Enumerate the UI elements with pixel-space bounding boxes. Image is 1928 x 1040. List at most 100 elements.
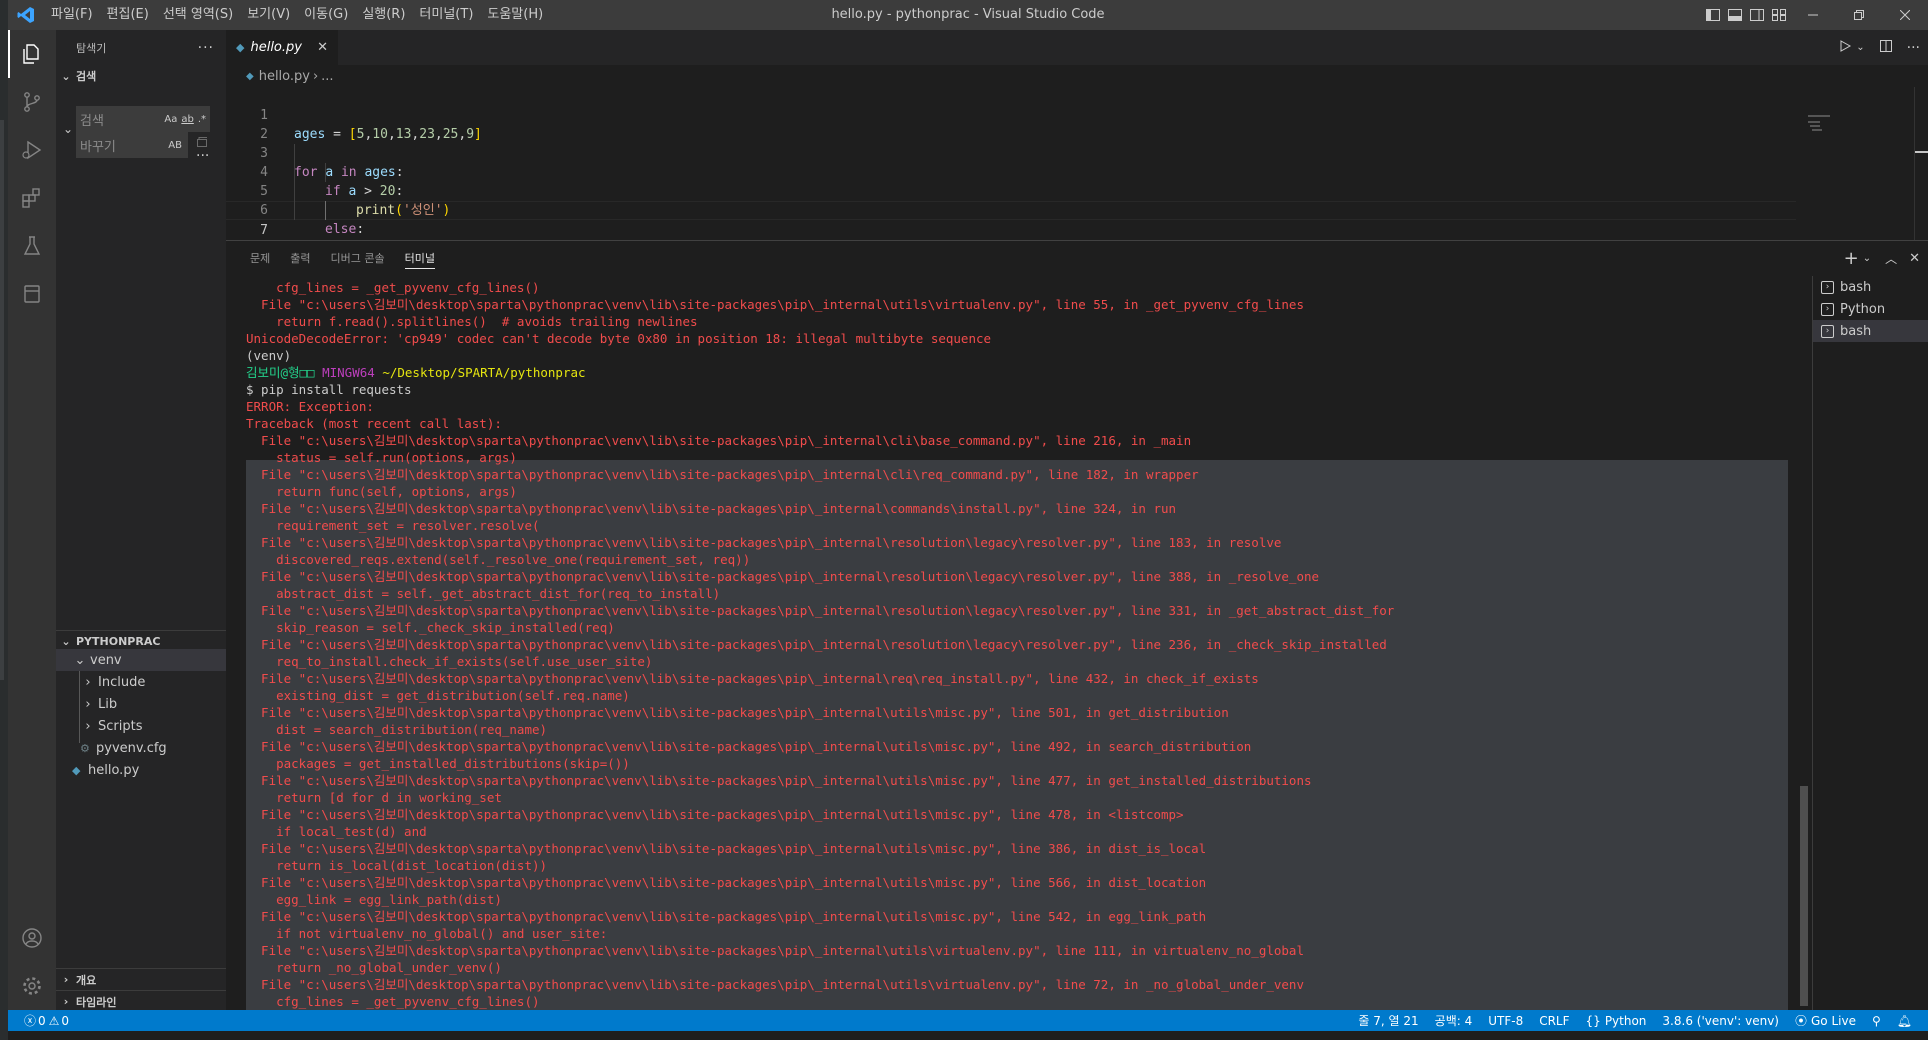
terminal-line: return _no_global_under_venv(): [246, 960, 502, 975]
scrollbar-thumb[interactable]: [1800, 786, 1808, 1006]
code-line: 3 for a in ages:: [260, 146, 404, 180]
run-python-file-icon[interactable]: [1838, 39, 1852, 56]
toggle-replace-icon[interactable]: ⌄: [58, 122, 78, 136]
breadcrumb-file[interactable]: hello.py: [259, 69, 310, 84]
accounts-icon[interactable]: [8, 914, 56, 962]
terminal-line: Traceback (most recent call last):: [246, 416, 502, 431]
toggle-sidebar-icon[interactable]: [1702, 0, 1724, 30]
more-actions-icon[interactable]: ···: [1907, 40, 1920, 56]
vscode-logo-icon: [8, 0, 44, 30]
encoding[interactable]: UTF-8: [1480, 1010, 1531, 1031]
remote-explorer-icon[interactable]: [8, 270, 56, 318]
terminal-line: return f.read().splitlines() # avoids tr…: [246, 314, 698, 329]
feedback-icon[interactable]: ⚲: [1864, 1010, 1889, 1031]
outer-frame: [0, 0, 8, 1040]
menu-view[interactable]: 보기(V): [240, 0, 297, 30]
terminal-item-bash-1[interactable]: › bash: [1813, 276, 1928, 298]
problems-status[interactable]: ⓧ 0 ⚠ 0: [24, 1010, 77, 1031]
go-live[interactable]: ⦿ Go Live: [1787, 1010, 1864, 1031]
minimap[interactable]: [1808, 87, 1914, 237]
cursor-position[interactable]: 줄 7, 열 21: [1350, 1010, 1426, 1031]
new-terminal-plus-icon[interactable]: +: [1844, 248, 1859, 269]
terminal-tabs-list: › bash › Python › bash: [1812, 276, 1928, 1011]
search-section-header[interactable]: ⌄ 검색: [56, 65, 226, 87]
menu-go[interactable]: 이동(G): [297, 0, 355, 30]
breadcrumb-separator: ›: [312, 68, 319, 84]
regex-icon[interactable]: .*: [198, 114, 206, 125]
search-details-icon[interactable]: ···: [196, 148, 209, 164]
menu-terminal[interactable]: 터미널(T): [412, 0, 480, 30]
terminal-dropdown-chevron-icon[interactable]: ⌄: [1863, 253, 1871, 264]
extensions-icon[interactable]: [8, 174, 56, 222]
code-line: 5 print('성인'): [260, 184, 451, 218]
preserve-case-icon[interactable]: AB: [168, 140, 182, 151]
close-panel-icon[interactable]: ✕: [1909, 251, 1920, 266]
terminal-item-python[interactable]: › Python: [1813, 298, 1928, 320]
code-line: 2: [260, 127, 268, 142]
menu-help[interactable]: 도움말(H): [480, 0, 550, 30]
language-mode[interactable]: {} Python: [1578, 1010, 1655, 1031]
terminal-scrollbar[interactable]: [1797, 276, 1811, 1011]
braces-icon: {}: [1585, 1013, 1601, 1028]
code-editor[interactable]: 1 ages = [5,10,13,23,25,9] 2 3 for a in …: [226, 87, 1928, 257]
source-control-icon[interactable]: [8, 78, 56, 126]
error-icon: ⓧ: [24, 1014, 37, 1028]
tree-item-include[interactable]: › Include: [56, 671, 226, 693]
terminal-line: File "c:\users\김보미\desktop\sparta\python…: [246, 943, 1304, 958]
close-tab-icon[interactable]: ✕: [317, 40, 328, 55]
tree-item-scripts[interactable]: › Scripts: [56, 715, 226, 737]
toggle-panel-icon[interactable]: [1724, 0, 1746, 30]
run-dropdown-chevron-icon[interactable]: ⌄: [1856, 42, 1864, 53]
breadcrumb-symbols[interactable]: ...: [321, 69, 333, 84]
menu-run[interactable]: 실행(R): [355, 0, 412, 30]
toggle-secondary-sidebar-icon[interactable]: [1746, 0, 1768, 30]
explorer-icon[interactable]: [8, 30, 56, 78]
replace-input[interactable]: 바꾸기 AB: [76, 132, 188, 158]
timeline-section-header[interactable]: › 타임라인: [56, 990, 226, 1012]
tree-item-hello-py[interactable]: ◆ hello.py: [56, 759, 226, 781]
end-of-line[interactable]: CRLF: [1531, 1010, 1577, 1031]
outline-section-header[interactable]: › 개요: [56, 968, 226, 990]
terminal-line: File "c:\users\김보미\desktop\sparta\python…: [246, 569, 1320, 584]
title-controls: [1702, 0, 1928, 30]
terminal-item-bash-2[interactable]: › bash: [1813, 320, 1928, 342]
match-case-icon[interactable]: Aa: [164, 114, 177, 125]
tab-hello-py[interactable]: ◆ hello.py ✕: [226, 30, 338, 65]
indentation[interactable]: 공백: 4: [1427, 1010, 1481, 1031]
restore-icon[interactable]: [1836, 0, 1882, 30]
testing-icon[interactable]: [8, 222, 56, 270]
bottom-panel: 문제 출력 디버그 콘솔 터미널 + ⌄ ︿ ✕ cfg_lines = _ge…: [226, 240, 1928, 1011]
minimize-icon[interactable]: [1790, 0, 1836, 30]
menu-edit[interactable]: 편집(E): [100, 0, 156, 30]
editor-scrollbar[interactable]: [1914, 87, 1928, 240]
sidebar-explorer: 탐색기 ··· ⌄ 검색 ⌄ 검색 Aa ab .* 바꾸기 AB ··· ⌄ PY…: [56, 30, 226, 1010]
tab-output[interactable]: 출력: [280, 241, 320, 276]
tab-problems[interactable]: 문제: [240, 241, 280, 276]
search-input[interactable]: 검색 Aa ab .*: [76, 106, 210, 132]
terminal-line: if local_test(d) and: [246, 824, 427, 839]
python-file-icon: ◆: [72, 763, 81, 777]
tab-debug-console[interactable]: 디버그 콘솔: [321, 241, 395, 276]
terminal-line: File "c:\users\김보미\desktop\sparta\python…: [246, 637, 1387, 652]
customize-layout-icon[interactable]: [1768, 0, 1790, 30]
terminal-line: packages = get_installed_distributions(s…: [246, 756, 630, 771]
tree-item-venv[interactable]: ⌄ venv: [56, 649, 226, 671]
tree-item-lib[interactable]: › Lib: [56, 693, 226, 715]
maximize-panel-chevron-up-icon[interactable]: ︿: [1885, 250, 1897, 267]
python-interpreter[interactable]: 3.8.6 ('venv': venv): [1654, 1010, 1787, 1031]
match-whole-word-icon[interactable]: ab: [181, 114, 193, 125]
terminal-line: req_to_install.check_if_exists(self.use_…: [246, 654, 653, 669]
split-editor-icon[interactable]: [1879, 39, 1893, 56]
close-icon[interactable]: [1882, 0, 1928, 30]
chevron-right-icon: ›: [63, 973, 69, 986]
notifications-bell-icon[interactable]: 🔔︎: [1889, 1010, 1920, 1031]
terminal-output[interactable]: cfg_lines = _get_pyvenv_cfg_lines() File…: [246, 276, 1811, 1011]
manage-gear-icon[interactable]: [8, 962, 56, 1010]
more-actions-icon[interactable]: ···: [198, 40, 214, 56]
tab-terminal[interactable]: 터미널: [395, 241, 445, 276]
run-debug-icon[interactable]: [8, 126, 56, 174]
menu-selection[interactable]: 선택 영역(S): [156, 0, 240, 30]
prompt-env: MINGW64: [322, 365, 375, 380]
tree-item-pyvenv-cfg[interactable]: ⚙ pyvenv.cfg: [56, 737, 226, 759]
menu-file[interactable]: 파일(F): [44, 0, 100, 30]
